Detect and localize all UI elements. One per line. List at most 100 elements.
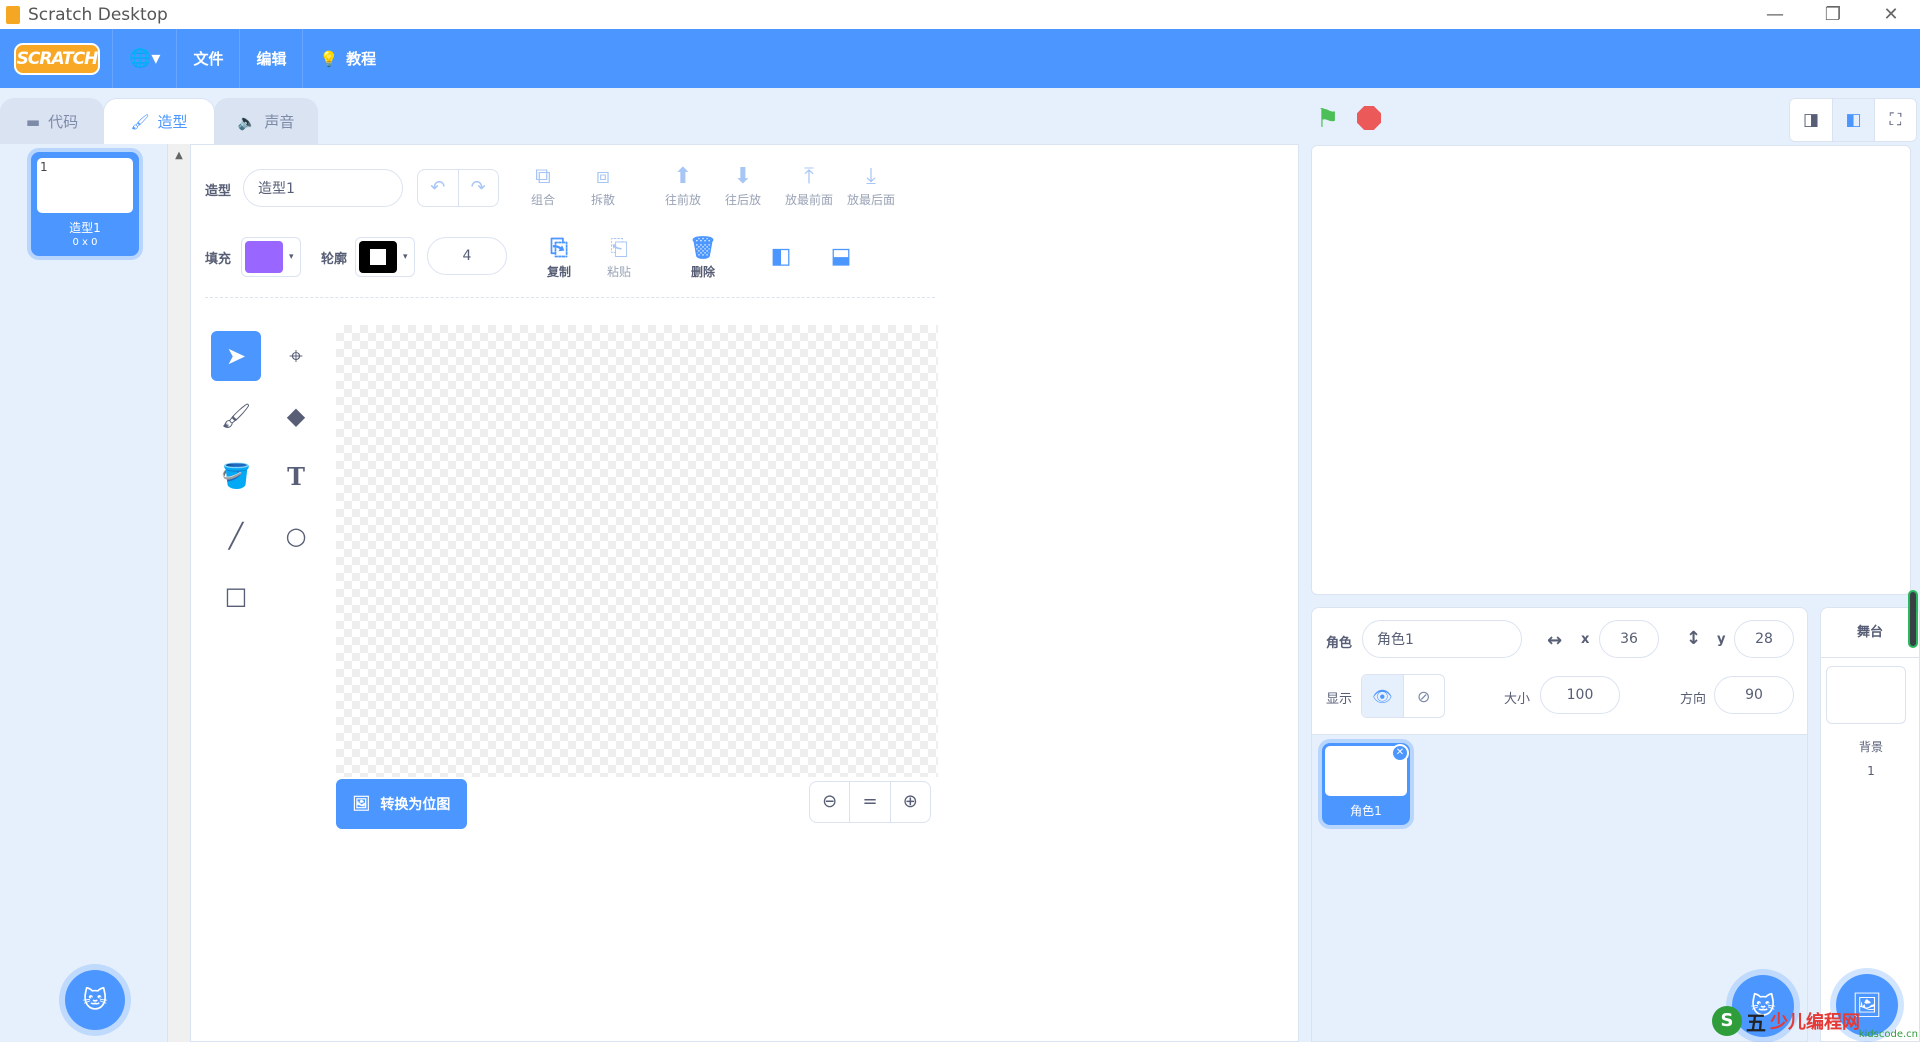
flip-horizontal-button[interactable]: ◧ (749, 243, 813, 271)
x-input[interactable]: 36 (1599, 620, 1659, 658)
eye-icon: 👁 (1372, 686, 1393, 706)
reshape-tool[interactable]: ⌖ (271, 331, 321, 381)
arrow-bottom-icon: ⤓ (866, 164, 876, 189)
backward-button[interactable]: ⬇ 往后放 (711, 163, 775, 208)
cat-plus-icon: 🐱 (82, 986, 108, 1014)
toolbar-divider (205, 297, 935, 298)
right-scrollbar-handle[interactable] (1908, 590, 1918, 648)
stage-canvas[interactable] (1311, 145, 1911, 595)
delete-button[interactable]: 🗑 删除 (671, 235, 735, 280)
convert-bitmap-button[interactable]: 🖼 转换为位图 (336, 779, 467, 829)
forward-label: 往前放 (664, 193, 701, 207)
normal-stage-button[interactable]: ◧ (1832, 99, 1874, 141)
tutorials-menu[interactable]: 💡 教程 (302, 29, 392, 88)
watermark: S 五 少儿编程网 kidscode.cn (1712, 1000, 1920, 1042)
eye-off-icon: ⊘ (1417, 686, 1431, 706)
text-tool[interactable]: T (271, 451, 321, 501)
small-stage-button[interactable]: ◨ (1790, 99, 1832, 141)
costume-editor: 1 造型1 0 x 0 🐱 ▲ 造型 造型1 ↶ ↷ ⧉ 组合 ⧈ 拆散 ⬆ 往… (0, 144, 1299, 1042)
edit-menu[interactable]: 编辑 (239, 29, 302, 88)
front-label: 放最前面 (784, 193, 833, 207)
restore-button[interactable]: ❐ (1804, 0, 1862, 29)
costume-item[interactable]: 1 造型1 0 x 0 (31, 152, 139, 256)
costume-name-input[interactable]: 造型1 (243, 169, 403, 207)
backdrop-count: 1 (1867, 764, 1875, 778)
stroke-width-input[interactable]: 4 (427, 237, 507, 275)
fill-swatch (245, 241, 283, 273)
direction-input[interactable]: 90 (1714, 676, 1794, 714)
zoom-out-button[interactable]: ⊖ (810, 782, 849, 822)
close-button[interactable]: ✕ (1862, 0, 1920, 29)
paste-button[interactable]: ⎗ 粘贴 (587, 235, 651, 280)
stop-button[interactable] (1357, 106, 1381, 130)
y-arrows-icon: ↕ (1686, 628, 1702, 649)
add-costume-button[interactable]: 🐱 (65, 970, 125, 1030)
forward-button[interactable]: ⬆ 往前放 (651, 163, 715, 208)
stage-header: ⚑ ◨ ◧ ⛶ (1299, 98, 1920, 144)
size-input[interactable]: 100 (1540, 676, 1620, 714)
fill-color-picker[interactable]: ▾ (241, 237, 301, 277)
tab-sounds-label: 声音 (264, 113, 295, 131)
equals-icon: = (862, 791, 878, 812)
file-menu[interactable]: 文件 (176, 29, 239, 88)
paint-editor: 造型 造型1 ↶ ↷ ⧉ 组合 ⧈ 拆散 ⬆ 往前放 ⬇ 往后放 ⤒ 放最前面 … (190, 144, 1299, 1042)
brush-tool[interactable]: 🖌 (211, 391, 261, 441)
sprite-name-input[interactable]: 角色1 (1362, 620, 1522, 658)
language-menu[interactable]: 🌐▾ (112, 29, 176, 88)
y-input[interactable]: 28 (1734, 620, 1794, 658)
stage-panel[interactable]: 舞台 背景 1 🖼 (1820, 607, 1920, 1042)
zoom-out-icon: ⊖ (822, 791, 838, 812)
brush-icon: 🖌 (220, 402, 252, 430)
watermark-brand: 少儿编程网 (1770, 1012, 1860, 1033)
ungroup-button[interactable]: ⧈ 拆散 (571, 163, 635, 208)
hide-button[interactable]: ⊘ (1402, 675, 1445, 717)
dropdown-caret-icon: ▾ (403, 252, 408, 262)
zoom-controls: ⊖ = ⊕ (809, 781, 931, 823)
green-flag-button[interactable]: ⚑ (1316, 104, 1339, 134)
scroll-up-icon[interactable]: ▲ (168, 150, 190, 161)
tab-costumes-label: 造型 (157, 113, 188, 131)
undo-button[interactable]: ↶ (418, 170, 458, 206)
select-tool[interactable]: ➤ (211, 331, 261, 381)
tab-code[interactable]: ▬ 代码 (0, 98, 104, 144)
tab-sounds[interactable]: 🔈 声音 (214, 98, 318, 144)
watermark-five: 五 (1746, 1010, 1766, 1035)
delete-sprite-icon[interactable]: ✕ (1391, 744, 1409, 762)
fill-tool[interactable]: 🪣 (211, 451, 261, 501)
tab-costumes[interactable]: 🖌 造型 (103, 98, 215, 144)
paint-canvas[interactable] (336, 325, 938, 777)
redo-button[interactable]: ↷ (457, 170, 499, 206)
arrow-up-icon: ⬆ (673, 164, 693, 189)
copy-icon: ⎘ (550, 236, 568, 261)
copy-button[interactable]: ⎘ 复制 (527, 235, 591, 280)
outline-color-picker[interactable]: ▾ (355, 237, 415, 277)
costume-list-scrollbar[interactable]: ▲ (168, 144, 190, 1042)
line-tool[interactable]: ╱ (211, 511, 261, 561)
back-button[interactable]: ⤓ 放最后面 (839, 163, 903, 208)
eraser-tool[interactable]: ◆ (271, 391, 321, 441)
zoom-reset-button[interactable]: = (849, 782, 889, 822)
lightbulb-icon: 💡 (319, 49, 339, 68)
group-button[interactable]: ⧉ 组合 (511, 163, 575, 208)
show-button[interactable]: 👁 (1362, 675, 1403, 717)
paste-icon: ⎗ (610, 236, 628, 261)
line-icon: ╱ (228, 522, 244, 550)
copy-label: 复制 (546, 265, 571, 279)
rectangle-tool[interactable]: □ (211, 571, 261, 621)
minimize-button[interactable]: — (1746, 0, 1804, 29)
flip-vertical-button[interactable]: ⬓ (809, 243, 873, 271)
front-button[interactable]: ⤒ 放最前面 (777, 163, 841, 208)
paint-bucket-icon: 🪣 (221, 462, 251, 490)
scratch-logo[interactable]: SCRATCH (14, 42, 100, 75)
fullscreen-button[interactable]: ⛶ (1874, 99, 1916, 141)
brush-icon: 🖌 (130, 112, 150, 131)
costume-item-name: 造型1 (69, 221, 101, 235)
tutorials-label: 教程 (346, 50, 377, 68)
undo-icon: ↶ (430, 177, 446, 198)
zoom-in-button[interactable]: ⊕ (889, 782, 930, 822)
editor-tabs: ▬ 代码 🖌 造型 🔈 声音 (0, 98, 318, 144)
sprite-item[interactable]: 角色1 ✕ (1322, 743, 1410, 825)
circle-tool[interactable]: ○ (271, 511, 321, 561)
image-icon: 🖼 (352, 796, 371, 812)
fill-label: 填充 (205, 252, 232, 267)
